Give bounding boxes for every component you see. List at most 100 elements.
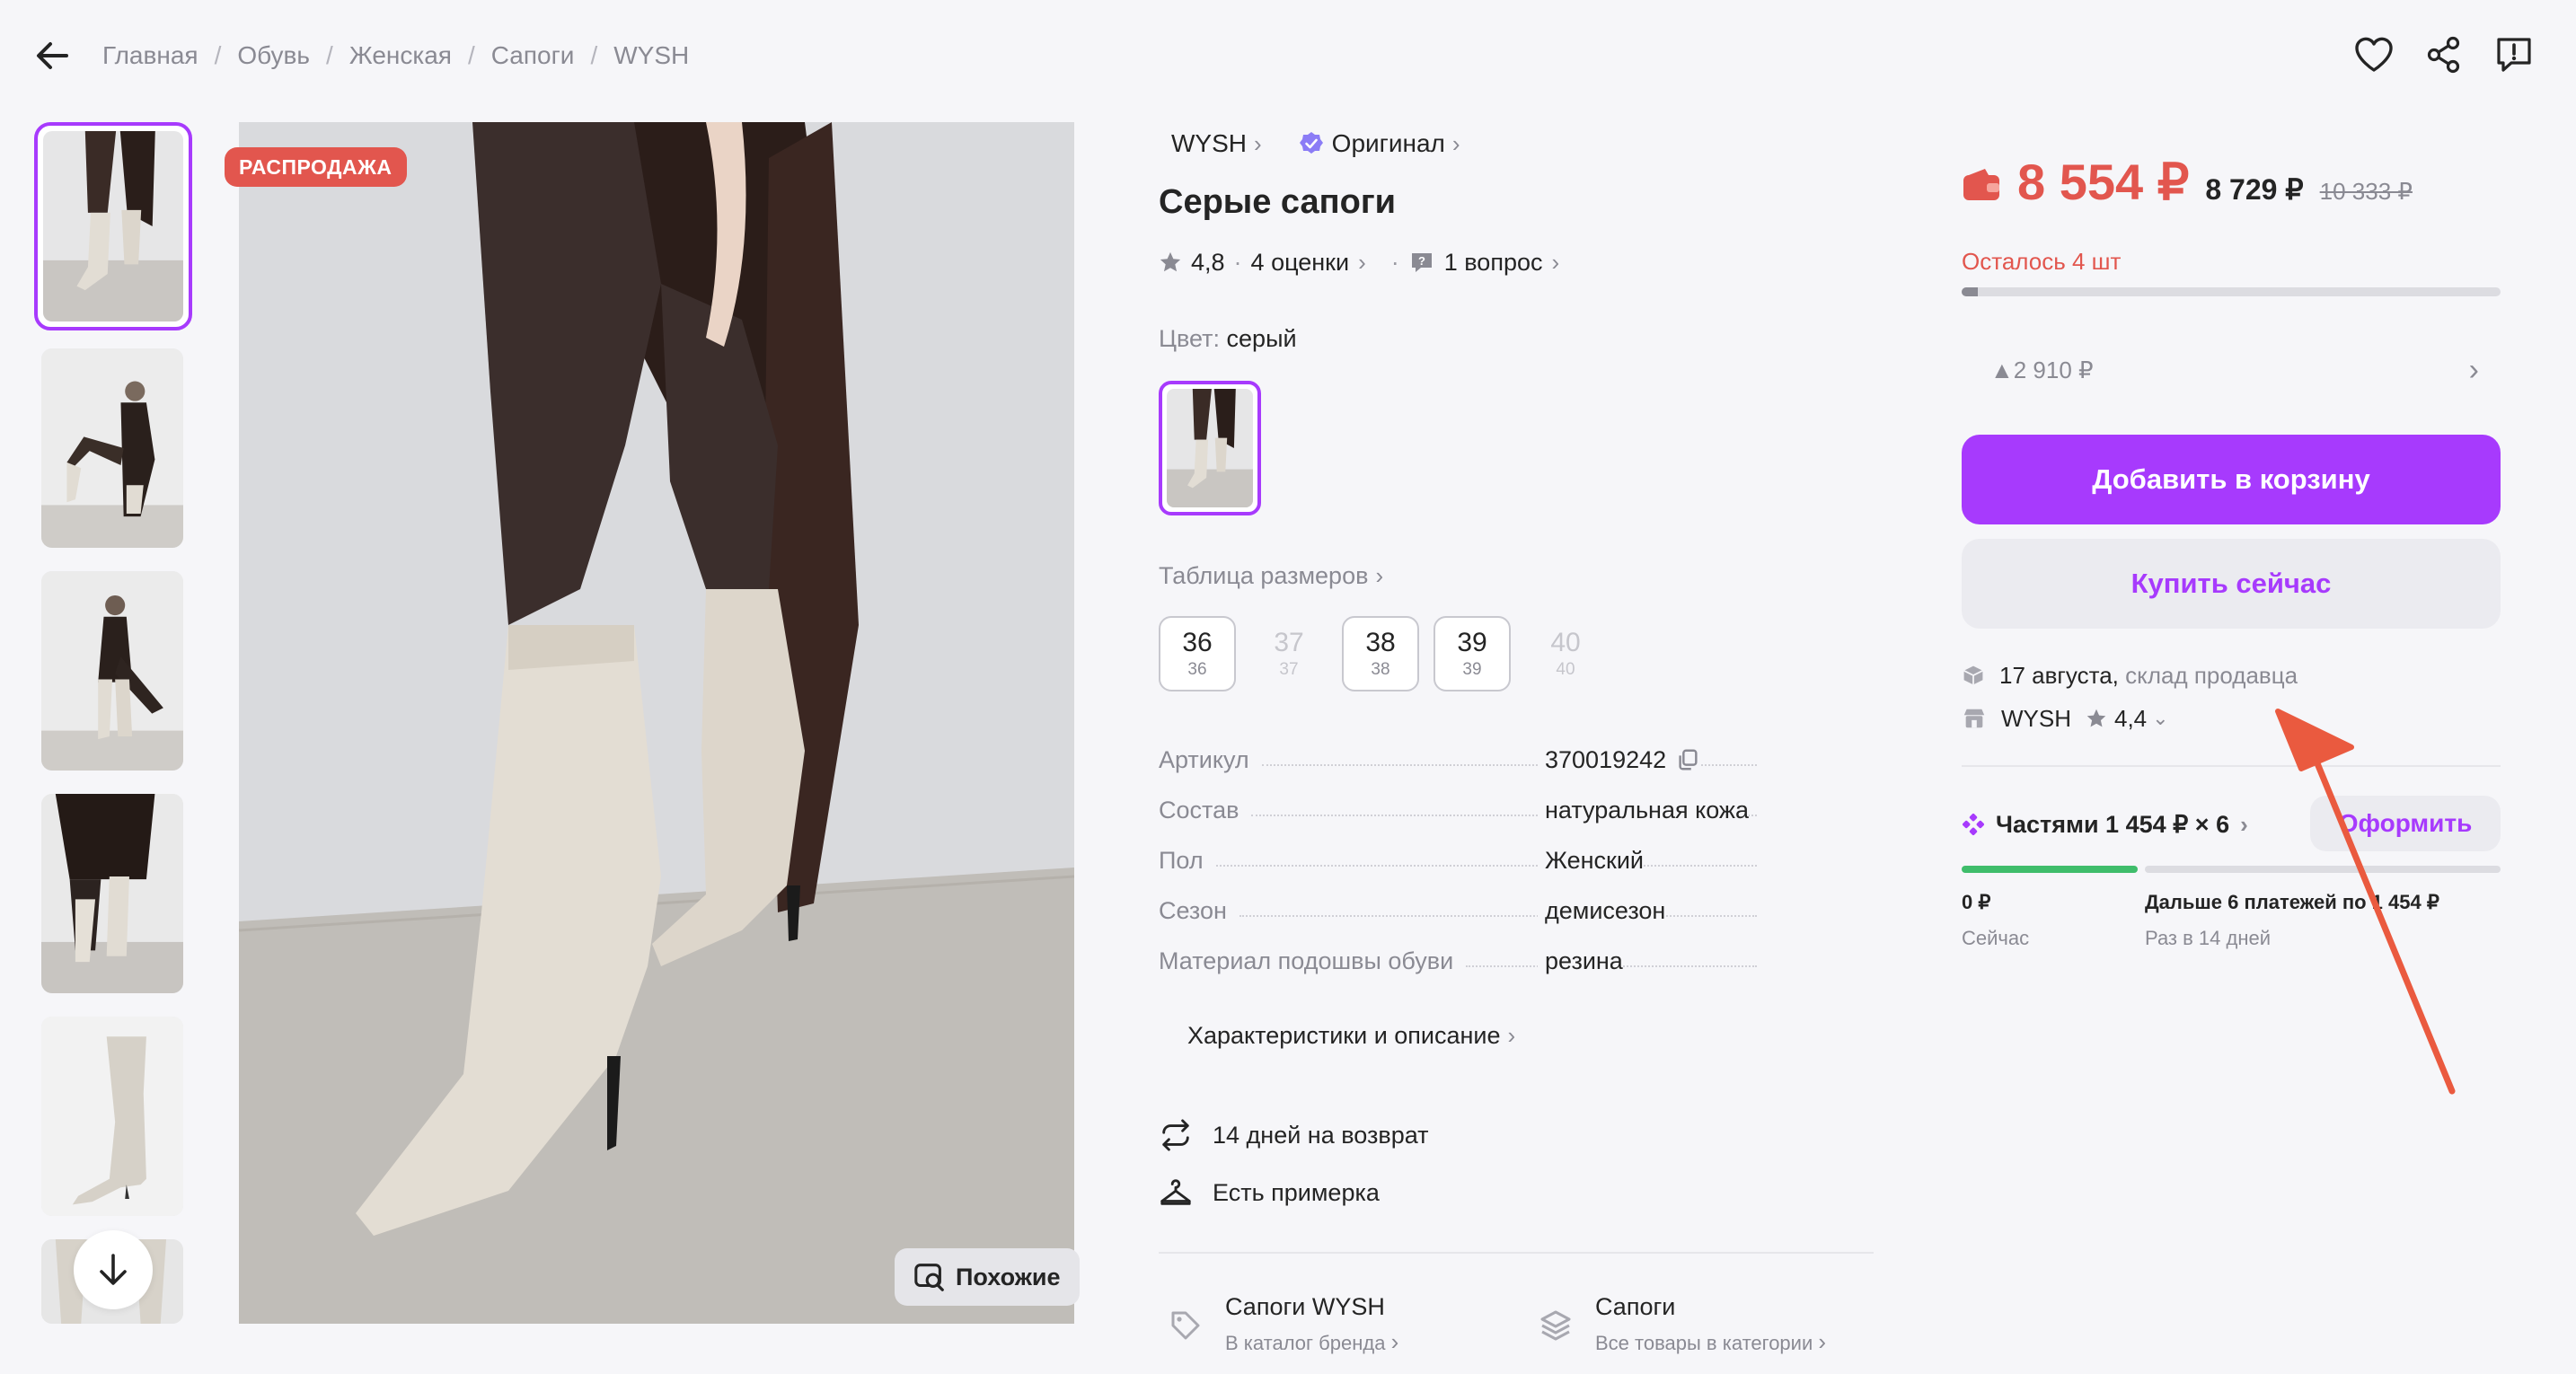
thumbnail-3[interactable]	[41, 571, 183, 771]
size-ru: 37	[1274, 628, 1304, 657]
star-icon	[2086, 709, 2106, 727]
similar-label: Похожие	[956, 1263, 1061, 1290]
catalog-link-subtitle: В каталог бренда	[1225, 1332, 1386, 1354]
thumbnail-4[interactable]	[41, 794, 183, 993]
size-option[interactable]: 40 40	[1527, 616, 1604, 691]
box-icon	[1963, 665, 1983, 685]
stock-text: Осталось 4 шт	[1962, 248, 2122, 275]
layers-icon	[1540, 1310, 1571, 1341]
main-product-image[interactable]	[239, 122, 1074, 1324]
scroll-down-button[interactable]	[74, 1230, 153, 1309]
size-eu: 40	[1556, 660, 1575, 679]
description-label: Характеристики и описание	[1187, 1022, 1501, 1049]
product-photo	[41, 794, 183, 993]
product-photo	[41, 348, 183, 548]
chevron-down-icon: ⌄	[2152, 707, 2169, 729]
tag-icon	[1171, 1311, 1200, 1340]
breadcrumb-separator: /	[590, 41, 598, 69]
chevron-right-icon: ›	[1551, 248, 1560, 276]
discount-row[interactable]: ▲2 910 ₽ ›	[1962, 341, 2501, 399]
pay-now-amount: 0 ₽	[1962, 891, 1991, 913]
installment-progress-now	[1962, 866, 2138, 873]
questions-link[interactable]: 1 вопрос	[1444, 249, 1543, 277]
reviews-link[interactable]: 4 оценки	[1251, 249, 1350, 277]
report-icon[interactable]	[2492, 32, 2536, 77]
attribute-value: Женский	[1538, 846, 1645, 875]
size-eu: 37	[1279, 660, 1299, 679]
split-icon	[1963, 814, 1984, 835]
size-eu: 36	[1187, 660, 1207, 679]
color-label-key: Цвет:	[1159, 325, 1221, 352]
breadcrumb-separator: /	[214, 41, 222, 69]
heart-icon[interactable]	[2351, 32, 2396, 77]
thumbnail-5[interactable]	[41, 1017, 183, 1216]
delivery-source: склад продавца	[2125, 661, 2298, 689]
discount-text: ▲2 910 ₽	[1990, 356, 2094, 383]
feature-label: 14 дней на возврат	[1213, 1121, 1429, 1149]
share-icon[interactable]	[2422, 32, 2466, 77]
product-photo	[43, 131, 183, 321]
size-option[interactable]: 37 37	[1250, 616, 1328, 691]
attribute-key: Материал подошвы обуви	[1159, 947, 1454, 974]
question-icon: ?	[1411, 253, 1432, 272]
chevron-right-icon: ›	[1390, 1328, 1399, 1355]
size-ru: 36	[1182, 628, 1213, 657]
star-icon	[1160, 251, 1181, 272]
size-table-label: Таблица размеров	[1159, 562, 1369, 589]
size-option[interactable]: 36 36	[1159, 616, 1236, 691]
copy-icon[interactable]	[1675, 747, 1700, 772]
verified-icon	[1299, 132, 1323, 154]
breadcrumb-item[interactable]: Обувь	[237, 41, 310, 70]
catalog-link-title: Сапоги	[1595, 1293, 1676, 1320]
product-title: Серые сапоги	[1159, 183, 1397, 221]
pay-now: 0 ₽ Сейчас	[1962, 891, 2029, 950]
color-value: серый	[1226, 325, 1297, 352]
installments-link[interactable]: Частями 1 454 ₽ × 6 ›	[1962, 806, 2248, 842]
brand-catalog-link[interactable]: Сапоги WYSH В каталог бренда ›	[1168, 1293, 1398, 1365]
arrow-left-icon	[37, 42, 68, 69]
feature-label: Есть примерка	[1213, 1178, 1380, 1206]
delivery-date: 17 августа,	[1999, 661, 2119, 689]
color-swatch[interactable]	[1159, 381, 1261, 515]
chevron-right-icon: ›	[2240, 810, 2248, 838]
product-photo	[1167, 389, 1253, 507]
wallet-price: 8 554 ₽	[2017, 154, 2190, 210]
dot-separator: ·	[1233, 248, 1242, 276]
sku-value: 370019242	[1545, 745, 1667, 773]
sale-badge: РАСПРОДАЖА	[225, 147, 407, 187]
add-to-cart-button[interactable]: Добавить в корзину	[1962, 435, 2501, 524]
breadcrumb-separator: /	[326, 41, 333, 69]
pay-now-label: Сейчас	[1962, 927, 2030, 949]
thumbnail-2[interactable]	[41, 348, 183, 548]
size-ru: 40	[1550, 628, 1581, 657]
category-link[interactable]: Сапоги Все товары в категории ›	[1538, 1293, 1826, 1365]
similar-button[interactable]: Похожие	[895, 1248, 1081, 1306]
stock-bar-fill	[1962, 287, 1978, 296]
attribute-key: Пол	[1159, 846, 1204, 874]
description-link[interactable]: Характеристики и описание ›	[1187, 1022, 1515, 1050]
thumbnail-1[interactable]	[34, 122, 192, 330]
rating-row: 4,8 · 4 оценки › · ? 1 вопрос ›	[1159, 244, 1559, 280]
back-button[interactable]	[32, 36, 72, 75]
arrow-down-icon	[100, 1254, 127, 1285]
color-label: Цвет: серый	[1159, 325, 1297, 353]
brand-link[interactable]: WYSH	[1171, 129, 1247, 158]
size-ru: 39	[1457, 628, 1487, 657]
size-option[interactable]: 38 38	[1342, 616, 1419, 691]
breadcrumb-item[interactable]: WYSH	[613, 41, 689, 70]
size-ru: 38	[1365, 628, 1396, 657]
original-label[interactable]: Оригинал	[1332, 129, 1445, 158]
attribute-key: Состав	[1159, 796, 1239, 824]
breadcrumb-item[interactable]: Женская	[349, 41, 452, 70]
hanger-icon	[1160, 1179, 1191, 1205]
size-table-link[interactable]: Таблица размеров ›	[1159, 562, 1383, 590]
breadcrumb-item[interactable]: Главная	[102, 41, 198, 70]
size-option[interactable]: 39 39	[1434, 616, 1511, 691]
breadcrumb-item[interactable]: Сапоги	[491, 41, 575, 70]
attribute-row: Сезон демисезон	[1159, 893, 1769, 929]
catalog-link-subtitle: Все товары в категории	[1595, 1332, 1813, 1354]
buy-now-button[interactable]: Купить сейчас	[1962, 539, 2501, 629]
chevron-right-icon: ›	[1254, 129, 1262, 157]
attribute-row: Артикул 370019242	[1159, 742, 1769, 778]
seller-row[interactable]: WYSH 4,4 ⌄	[1962, 700, 2169, 736]
